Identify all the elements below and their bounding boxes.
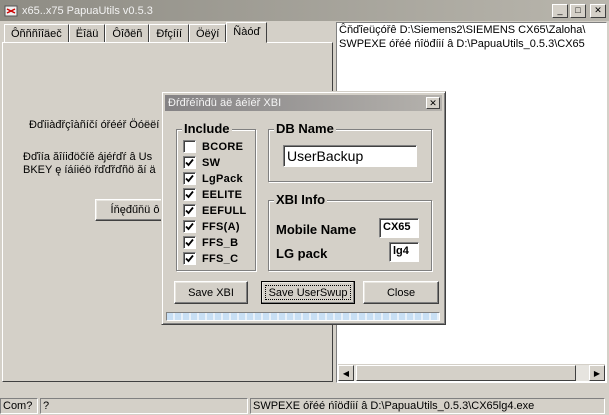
lg-pack-input[interactable]: lg4 [389, 242, 419, 262]
window-title: x65..x75 PapuaUtils v0.5.3 [22, 4, 153, 17]
panel-text-line1: Ðďíiàđřçîàñíčí óřééř Öóëëí [29, 119, 160, 131]
status-com: Com? [0, 398, 38, 414]
include-lgpack-option[interactable]: LgPack [183, 172, 243, 185]
mobile-name-input[interactable]: CX65 [379, 218, 419, 238]
save-xbi-button[interactable]: Save XBI [174, 281, 248, 304]
checkbox[interactable] [183, 140, 196, 153]
maximize-button[interactable]: □ [570, 3, 586, 18]
include-ffs-b-option[interactable]: FFS_B [183, 236, 238, 249]
include-ffs-a-option[interactable]: FFS(A) [183, 220, 240, 233]
checkmark-icon [185, 238, 194, 247]
app-icon [4, 4, 18, 18]
status-message: SWPEXE óřéé ńîöđíií â D:\PapuaUtils_0.5.… [250, 398, 605, 414]
checkbox-label: FFS_B [202, 236, 239, 249]
tab-3[interactable]: Ôîðëñ [105, 24, 150, 43]
checkbox[interactable] [183, 204, 196, 217]
db-name-input[interactable]: UserBackup [283, 145, 417, 167]
window-titlebar: x65..x75 PapuaUtils v0.5.3 _ □ ✕ [0, 0, 609, 21]
minimize-button[interactable]: _ [552, 3, 568, 18]
lg-pack-label: LG pack [276, 246, 328, 261]
include-sw-option[interactable]: SW [183, 156, 220, 169]
save-xbi-dialog: Ðŕđřéîňđü äë áéîéř XBI ✕ Include BCORE SW… [161, 91, 446, 325]
checkbox-label: BCORE [202, 140, 244, 153]
checkbox-label: LgPack [202, 172, 243, 185]
scroll-right-icon[interactable]: ▶ [589, 365, 605, 381]
log-line: Ĉňďîeüçóřê D:\Siemens2\SIEMENS CX65\Zalo… [339, 24, 586, 36]
checkmark-icon [185, 222, 194, 231]
checkbox[interactable] [183, 156, 196, 169]
checkbox-label: SW [202, 156, 221, 169]
horizontal-scrollbar[interactable]: ◀ ▶ [338, 364, 605, 381]
dialog-title: Ðŕđřéîňđü äë áéîéř XBI [168, 97, 282, 109]
log-line: SWPEXE óřéé ńîöđíií â D:\PapuaUtils_0.5.… [339, 38, 585, 50]
tab-1[interactable]: Ôñññîîäеč [4, 24, 69, 43]
tab-4[interactable]: Ðfçííí [149, 24, 190, 43]
scroll-left-icon[interactable]: ◀ [338, 365, 354, 381]
xbi-info-legend: XBI Info [274, 192, 328, 207]
panel-text-line3: BKEY ę íáíiéö řďďřďñö ăí ä [23, 164, 156, 176]
include-eelite-option[interactable]: EELITE [183, 188, 242, 201]
panel-text-line2: Ðďîía ăîíiđöčíě ájéŕďŕ â Us [23, 151, 153, 163]
checkbox[interactable] [183, 236, 196, 249]
scrollbar-thumb[interactable] [356, 365, 576, 381]
include-bcore-option[interactable]: BCORE [183, 140, 243, 153]
xbi-info-group: XBI Info Mobile Name CX65 LG pack lg4 [268, 193, 432, 271]
dialog-titlebar: Ðŕđřéîňđü äë áéîéř XBI ✕ [165, 95, 442, 111]
tab-6-active[interactable]: Ñàóď [226, 22, 268, 43]
db-name-group: DB Name UserBackup [268, 122, 432, 182]
checkbox[interactable] [183, 188, 196, 201]
checkbox[interactable] [183, 220, 196, 233]
status-bar: Com? ? SWPEXE óřéé ńîöđíií â D:\PapuaUti… [0, 398, 609, 415]
dialog-close-button[interactable]: Close [363, 281, 439, 304]
include-legend: Include [182, 121, 232, 136]
tab-5[interactable]: Öëÿí [189, 24, 227, 43]
save-userswup-button[interactable]: Save UserSwup [261, 281, 355, 304]
checkmark-icon [185, 206, 194, 215]
dialog-close-icon[interactable]: ✕ [426, 97, 440, 109]
checkmark-icon [185, 158, 194, 167]
checkmark-icon [185, 254, 194, 263]
include-eefull-option[interactable]: EEFULL [183, 204, 247, 217]
checkmark-icon [185, 190, 194, 199]
include-group: Include BCORE SW LgPack EELITE EEFULL FFS(A) F… [176, 122, 256, 271]
checkbox-label: EELITE [202, 188, 243, 201]
db-name-legend: DB Name [274, 121, 336, 136]
checkbox[interactable] [183, 172, 196, 185]
mobile-name-label: Mobile Name [276, 222, 357, 237]
checkbox-label: EEFULL [202, 204, 247, 217]
checkmark-icon [185, 174, 194, 183]
tab-2[interactable]: Ëîäü [68, 24, 106, 43]
status-info: ? [40, 398, 248, 414]
checkbox-label: FFS_C [202, 252, 239, 265]
checkbox-label: FFS(A) [202, 220, 240, 233]
checkbox[interactable] [183, 252, 196, 265]
tab-strip: Ôñññîîäеč Ëîäü Ôîðëñ Ðfçííí Öëÿí Ñàóď [4, 22, 268, 43]
include-ffs-c-option[interactable]: FFS_C [183, 252, 238, 265]
progress-bar [166, 312, 440, 321]
close-window-button[interactable]: ✕ [590, 3, 606, 18]
